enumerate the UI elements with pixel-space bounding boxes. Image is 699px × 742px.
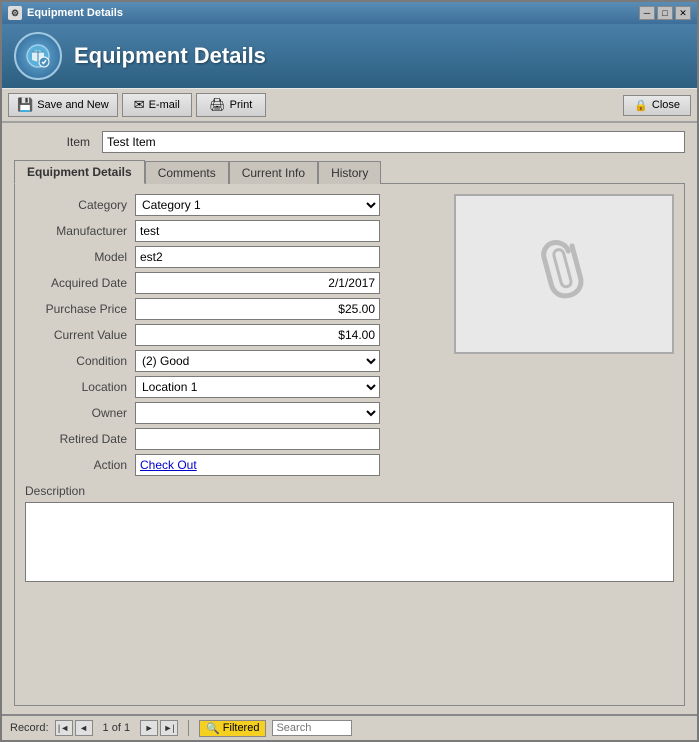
action-label: Action bbox=[25, 458, 135, 472]
model-row: Model bbox=[25, 246, 434, 268]
retired-date-row: Retired Date bbox=[25, 428, 434, 450]
record-label: Record: bbox=[10, 722, 49, 734]
model-input[interactable] bbox=[135, 246, 380, 268]
close-button[interactable]: 🔒 Close bbox=[623, 95, 691, 116]
form-grid: Category Category 1 Category 2 Category … bbox=[25, 194, 434, 476]
save-icon: 💾 bbox=[17, 97, 33, 113]
title-bar-controls: ─ □ ✕ bbox=[639, 6, 691, 20]
model-label: Model bbox=[25, 250, 135, 264]
current-value-input[interactable] bbox=[135, 324, 380, 346]
category-row: Category Category 1 Category 2 Category … bbox=[25, 194, 434, 216]
manufacturer-label: Manufacturer bbox=[25, 224, 135, 238]
close-icon: 🔒 bbox=[634, 99, 648, 112]
separator bbox=[188, 720, 189, 736]
window-icon: ⚙ bbox=[8, 6, 22, 20]
header-section: Equipment Details bbox=[2, 24, 697, 88]
category-label: Category bbox=[25, 198, 135, 212]
retired-date-input[interactable] bbox=[135, 428, 380, 450]
manufacturer-input[interactable] bbox=[135, 220, 380, 242]
purchase-price-label: Purchase Price bbox=[25, 302, 135, 316]
title-bar-left: ⚙ Equipment Details bbox=[8, 6, 123, 20]
main-window: ⚙ Equipment Details ─ □ ✕ Equipment Deta… bbox=[0, 0, 699, 742]
condition-label: Condition bbox=[25, 354, 135, 368]
toolbar: 💾 Save and New ✉ E-mail 🖨 Print 🔒 Close bbox=[2, 88, 697, 123]
current-value-label: Current Value bbox=[25, 328, 135, 342]
purchase-price-row: Purchase Price bbox=[25, 298, 434, 320]
tabs-container: Equipment Details Comments Current Info … bbox=[14, 159, 685, 706]
title-bar: ⚙ Equipment Details ─ □ ✕ bbox=[2, 2, 697, 24]
owner-row: Owner bbox=[25, 402, 434, 424]
next-record-button[interactable]: ► bbox=[140, 720, 158, 736]
record-nav-next: ► ►| bbox=[140, 720, 178, 736]
acquired-date-row: Acquired Date bbox=[25, 272, 434, 294]
print-button[interactable]: 🖨 Print bbox=[196, 93, 266, 117]
acquired-date-input[interactable] bbox=[135, 272, 380, 294]
tab-history[interactable]: History bbox=[318, 161, 381, 184]
action-row: Action Check Out bbox=[25, 454, 434, 476]
toolbar-left: 💾 Save and New ✉ E-mail 🖨 Print bbox=[8, 93, 266, 117]
print-label: Print bbox=[230, 99, 253, 111]
filtered-badge: 🔍 Filtered bbox=[199, 720, 266, 737]
form-and-image: Category Category 1 Category 2 Category … bbox=[25, 194, 674, 476]
restore-button[interactable]: □ bbox=[657, 6, 673, 20]
record-nav: |◄ ◄ bbox=[55, 720, 93, 736]
category-select[interactable]: Category 1 Category 2 Category 3 bbox=[135, 194, 380, 216]
header-title: Equipment Details bbox=[74, 43, 266, 69]
first-record-button[interactable]: |◄ bbox=[55, 720, 73, 736]
window-title: Equipment Details bbox=[27, 7, 123, 19]
attachment-icon bbox=[529, 228, 599, 320]
purchase-price-input[interactable] bbox=[135, 298, 380, 320]
owner-select[interactable] bbox=[135, 402, 380, 424]
description-label: Description bbox=[25, 484, 674, 498]
prev-record-button[interactable]: ◄ bbox=[75, 720, 93, 736]
last-record-button[interactable]: ►| bbox=[160, 720, 178, 736]
email-icon: ✉ bbox=[134, 97, 145, 113]
location-row: Location Location 1 Location 2 Location … bbox=[25, 376, 434, 398]
minimize-button[interactable]: ─ bbox=[639, 6, 655, 20]
location-label: Location bbox=[25, 380, 135, 394]
close-window-button[interactable]: ✕ bbox=[675, 6, 691, 20]
tab-comments[interactable]: Comments bbox=[145, 161, 229, 184]
email-button[interactable]: ✉ E-mail bbox=[122, 93, 192, 117]
search-input[interactable] bbox=[272, 720, 352, 736]
form-fields: Category Category 1 Category 2 Category … bbox=[25, 194, 434, 476]
app-icon bbox=[14, 32, 62, 80]
filter-icon: 🔍 bbox=[206, 722, 220, 735]
close-label: Close bbox=[652, 99, 680, 111]
email-label: E-mail bbox=[149, 99, 180, 111]
tab-equipment-details[interactable]: Equipment Details bbox=[14, 160, 145, 184]
item-row: Item bbox=[14, 131, 685, 153]
save-and-new-button[interactable]: 💾 Save and New bbox=[8, 93, 118, 117]
location-select[interactable]: Location 1 Location 2 Location 3 bbox=[135, 376, 380, 398]
filtered-label: Filtered bbox=[223, 722, 260, 734]
tab-content-equipment-details: Category Category 1 Category 2 Category … bbox=[14, 183, 685, 706]
record-count: 1 of 1 bbox=[99, 722, 135, 734]
checkout-link[interactable]: Check Out bbox=[140, 458, 197, 472]
action-field: Check Out bbox=[135, 454, 380, 476]
manufacturer-row: Manufacturer bbox=[25, 220, 434, 242]
image-placeholder bbox=[454, 194, 674, 354]
condition-row: Condition (1) Excellent (2) Good (3) Fai… bbox=[25, 350, 434, 372]
condition-select[interactable]: (1) Excellent (2) Good (3) Fair (4) Poor bbox=[135, 350, 380, 372]
description-section: Description bbox=[25, 484, 674, 585]
status-bar: Record: |◄ ◄ 1 of 1 ► ►| 🔍 Filtered bbox=[2, 714, 697, 740]
tabs-header: Equipment Details Comments Current Info … bbox=[14, 159, 685, 183]
description-textarea[interactable] bbox=[25, 502, 674, 582]
save-and-new-label: Save and New bbox=[37, 99, 109, 111]
owner-label: Owner bbox=[25, 406, 135, 420]
item-label: Item bbox=[14, 135, 94, 149]
acquired-date-label: Acquired Date bbox=[25, 276, 135, 290]
current-value-row: Current Value bbox=[25, 324, 434, 346]
item-input[interactable] bbox=[102, 131, 685, 153]
retired-date-label: Retired Date bbox=[25, 432, 135, 446]
print-icon: 🖨 bbox=[209, 97, 226, 113]
content-area: Item Equipment Details Comments Current … bbox=[2, 123, 697, 714]
tab-current-info[interactable]: Current Info bbox=[229, 161, 318, 184]
